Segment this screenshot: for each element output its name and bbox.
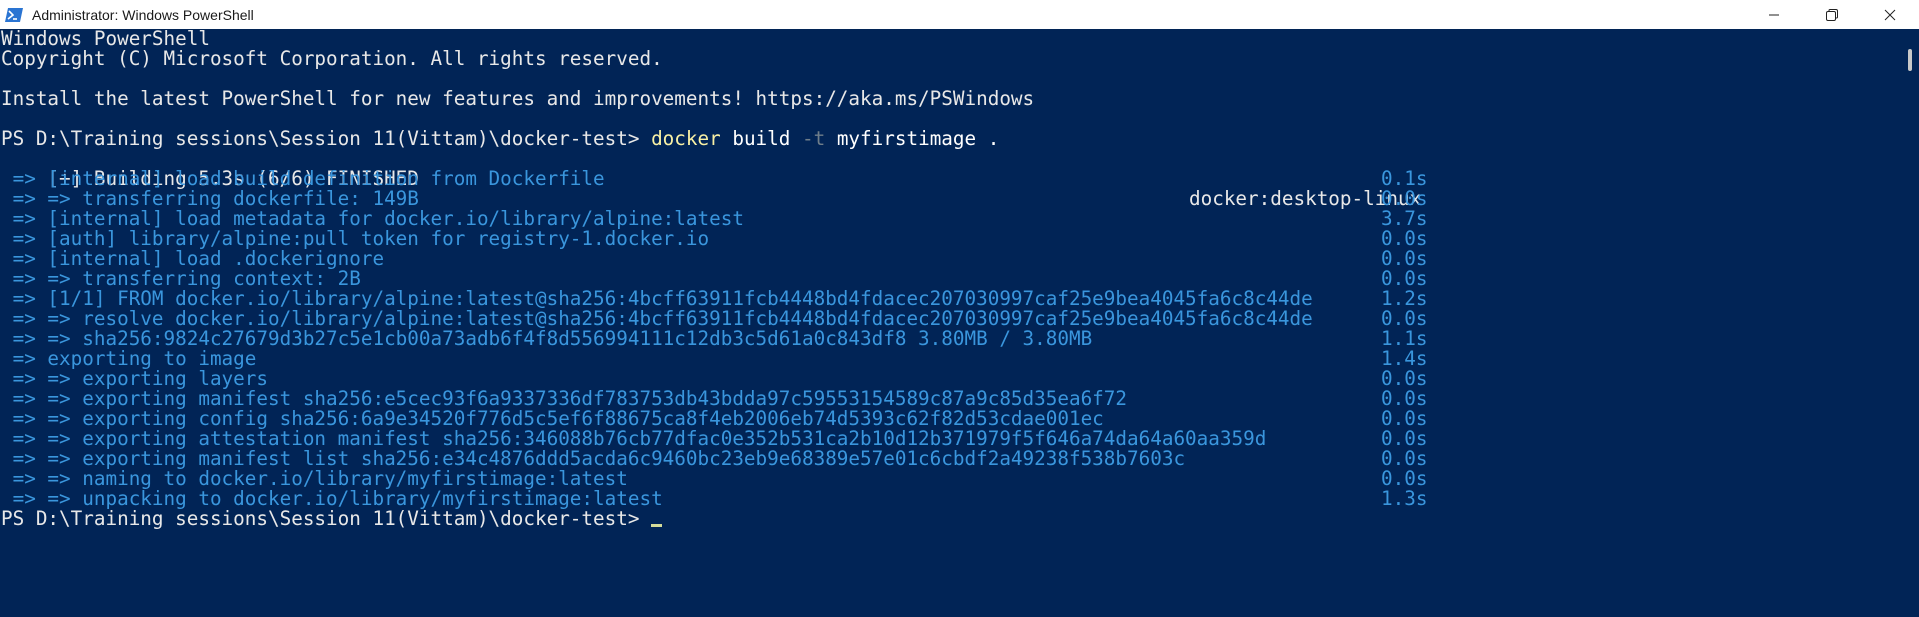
title-bar[interactable]: Administrator: Windows PowerShell bbox=[0, 0, 1919, 29]
build-step-time: 0.0s bbox=[1381, 367, 1428, 390]
build-step-line: => [internal] load .dockerignore 0.0s bbox=[1, 249, 1431, 269]
close-button[interactable] bbox=[1861, 0, 1919, 29]
scrollbar-thumb[interactable] bbox=[1908, 49, 1912, 71]
command-arg: myfirstimage . bbox=[825, 127, 1000, 150]
build-step-line: => => exporting attestation manifest sha… bbox=[1, 429, 1431, 449]
command-flag: -t bbox=[802, 127, 826, 150]
build-step-line: => => exporting manifest sha256:e5cec93f… bbox=[1, 389, 1431, 409]
restore-icon bbox=[1826, 8, 1838, 21]
window-title: Administrator: Windows PowerShell bbox=[32, 6, 254, 23]
build-step-time: 0.0s bbox=[1381, 427, 1428, 450]
close-icon bbox=[1884, 9, 1896, 20]
build-step-time: 0.0s bbox=[1381, 307, 1428, 330]
build-step-time: 0.0s bbox=[1381, 227, 1428, 250]
build-step-time: 0.1s bbox=[1381, 167, 1428, 190]
build-step-time: 0.0s bbox=[1381, 447, 1428, 470]
build-step-line: => exporting to image 1.4s bbox=[1, 349, 1431, 369]
build-step-line: => => transferring context: 2B 0.0s bbox=[1, 269, 1431, 289]
scrollbar[interactable] bbox=[1900, 29, 1919, 617]
command-line: PS D:\Training sessions\Session 11(Vitta… bbox=[1, 129, 999, 149]
console-line: Copyright (C) Microsoft Corporation. All… bbox=[1, 47, 663, 70]
command-name: docker bbox=[651, 127, 721, 150]
text-cursor bbox=[651, 524, 663, 527]
minimize-icon bbox=[1769, 14, 1779, 15]
build-step-line: => [internal] load build definition from… bbox=[1, 169, 1431, 189]
build-step-line: => => exporting layers 0.0s bbox=[1, 369, 1431, 389]
minimize-button[interactable] bbox=[1745, 0, 1803, 29]
build-step-time: 0.0s bbox=[1381, 247, 1428, 270]
build-step-time: 1.1s bbox=[1381, 327, 1428, 350]
build-step-line: => => sha256:9824c27679d3b27c5e1cb00a73a… bbox=[1, 329, 1431, 349]
build-step-line: => => resolve docker.io/library/alpine:l… bbox=[1, 309, 1431, 329]
console-line: Install the latest PowerShell for new fe… bbox=[1, 87, 1035, 110]
build-step-time: 3.7s bbox=[1381, 207, 1428, 230]
build-step-time: 0.0s bbox=[1381, 467, 1428, 490]
build-step-line: => => transferring dockerfile: 149B 0.0s bbox=[1, 189, 1431, 209]
build-step-time: 0.0s bbox=[1381, 187, 1428, 210]
restore-button[interactable] bbox=[1803, 0, 1861, 29]
build-step-line: => [auth] library/alpine:pull token for … bbox=[1, 229, 1431, 249]
command-line[interactable]: PS D:\Training sessions\Session 11(Vitta… bbox=[1, 507, 663, 530]
build-step-time: 0.0s bbox=[1381, 407, 1428, 430]
build-step-line: => => naming to docker.io/library/myfirs… bbox=[1, 469, 1431, 489]
build-step-time: 1.2s bbox=[1381, 287, 1428, 310]
command-arg: build bbox=[720, 127, 802, 150]
prompt: PS D:\Training sessions\Session 11(Vitta… bbox=[1, 507, 652, 530]
build-header: [+] Building 5.3s (6/6) FINISHED docker:… bbox=[1, 149, 1431, 209]
build-step-time: 0.0s bbox=[1381, 387, 1428, 410]
console-output[interactable]: Windows PowerShell Copyright (C) Microso… bbox=[0, 29, 1900, 617]
build-step-line: => => exporting manifest list sha256:e34… bbox=[1, 449, 1431, 469]
build-step-time: 1.4s bbox=[1381, 347, 1428, 370]
powershell-icon bbox=[4, 6, 24, 24]
caption-buttons bbox=[1745, 0, 1919, 29]
build-step-time: 1.3s bbox=[1381, 487, 1428, 510]
build-step-line: => [1/1] FROM docker.io/library/alpine:l… bbox=[1, 289, 1431, 309]
build-step-line: => => exporting config sha256:6a9e34520f… bbox=[1, 409, 1431, 429]
build-step-line: => [internal] load metadata for docker.i… bbox=[1, 209, 1431, 229]
build-step-line: => => unpacking to docker.io/library/myf… bbox=[1, 489, 1431, 509]
build-step-time: 0.0s bbox=[1381, 267, 1428, 290]
console-line: Windows PowerShell bbox=[1, 29, 210, 50]
prompt: PS D:\Training sessions\Session 11(Vitta… bbox=[1, 127, 652, 150]
